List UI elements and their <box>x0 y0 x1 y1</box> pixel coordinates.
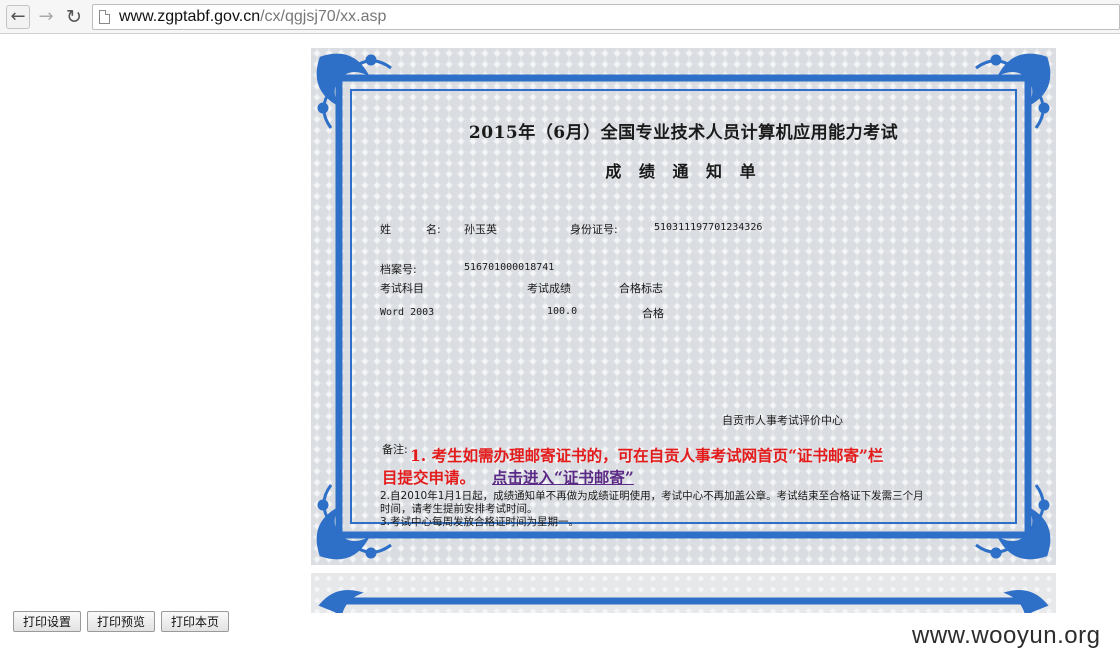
browser-toolbar: ← → ↻ www.zgptabf.gov.cn/cx/qgjsj70/xx.a… <box>0 0 1120 34</box>
note1-line1: 1. 考生如需办理邮寄证书的，可在自贡人事考试网首页“证书邮寄”栏 <box>410 446 884 465</box>
forward-arrow-icon[interactable]: → <box>34 5 58 29</box>
name-label: 姓 名: <box>380 223 441 236</box>
note3: 3.考试中心每周发放合格证时间为星期一。 <box>380 516 580 528</box>
watermark: www.wooyun.org <box>912 622 1101 649</box>
certificate-title: 2015年（6月）全国专业技术人员计算机应用能力考试 <box>468 123 899 143</box>
back-arrow-icon[interactable]: ← <box>6 5 30 29</box>
issuer: 自贡市人事考试评价中心 <box>722 414 843 427</box>
second-certificate-border <box>318 590 1049 613</box>
address-bar[interactable]: www.zgptabf.gov.cn/cx/qgjsj70/xx.asp <box>92 4 1120 30</box>
second-certificate-partial <box>311 573 1056 613</box>
url-text: www.zgptabf.gov.cn/cx/qgjsj70/xx.asp <box>119 8 386 26</box>
id-label: 身份证号: <box>570 223 618 236</box>
col-pass-header: 合格标志 <box>619 282 663 295</box>
note1-line2: 目提交申请。 <box>382 468 476 487</box>
page-icon <box>99 10 110 24</box>
row-pass: 合格 <box>642 307 664 320</box>
print-page-button[interactable]: 打印本页 <box>161 611 229 632</box>
url-host: www.zgptabf.gov.cn <box>119 8 261 25</box>
print-preview-button[interactable]: 打印预览 <box>87 611 155 632</box>
reload-icon[interactable]: ↻ <box>62 5 86 29</box>
score-certificate: 2015年（6月）全国专业技术人员计算机应用能力考试 成 绩 通 知 单 姓 名… <box>311 48 1056 565</box>
file-label: 档案号: <box>380 263 417 276</box>
file-value: 516701000018741 <box>464 262 555 273</box>
row-score: 100.0 <box>547 306 578 317</box>
col-score-header: 考试成绩 <box>527 282 571 295</box>
row-subject: Word 2003 <box>380 307 435 318</box>
note-label: 备注: <box>382 443 408 456</box>
print-setup-button[interactable]: 打印设置 <box>13 611 81 632</box>
name-value: 孙玉英 <box>464 223 497 236</box>
url-path: /cx/qgjsj70/xx.asp <box>260 8 387 25</box>
id-value: 510311197701234326 <box>654 222 763 233</box>
col-subject-header: 考试科目 <box>380 282 424 295</box>
certificate-subtitle: 成 绩 通 知 单 <box>605 162 762 181</box>
mail-certificate-link[interactable]: 点击进入“证书邮寄” <box>492 466 634 488</box>
